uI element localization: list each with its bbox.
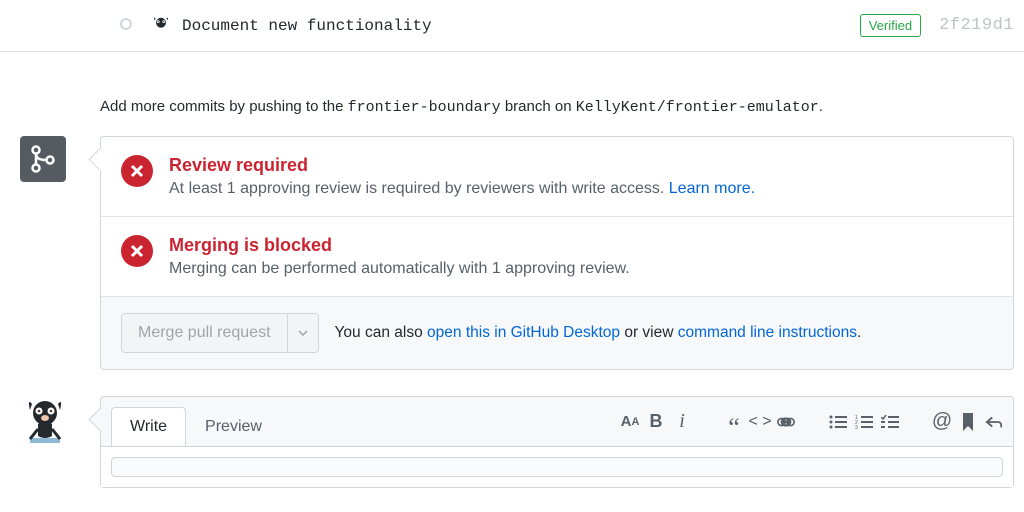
comment-editor: Write Preview AA B i “ < >	[100, 396, 1014, 488]
caret-down-icon	[298, 330, 308, 336]
git-merge-icon	[20, 136, 66, 182]
open-desktop-link[interactable]: open this in GitHub Desktop	[427, 324, 620, 341]
merge-button-group: Merge pull request	[121, 313, 319, 353]
error-x-icon	[121, 155, 153, 187]
review-required-desc: At least 1 approving review is required …	[169, 180, 755, 198]
reply-icon[interactable]	[985, 413, 1003, 431]
quote-icon[interactable]: “	[725, 419, 743, 437]
bullet-list-icon[interactable]	[829, 413, 847, 431]
verified-badge[interactable]: Verified	[860, 14, 921, 37]
editor-tabs: Write Preview	[111, 407, 281, 446]
numbered-list-icon[interactable]: 123	[855, 413, 873, 431]
commit-sha[interactable]: 2f219d1	[939, 16, 1014, 35]
merge-pull-request-button[interactable]: Merge pull request	[121, 313, 288, 353]
commit-row: Document new functionality Verified 2f21…	[0, 0, 1024, 52]
review-required-block: Review required At least 1 approving rev…	[101, 137, 1013, 216]
merging-blocked-desc: Merging can be performed automatically w…	[169, 260, 630, 278]
tab-preview[interactable]: Preview	[186, 407, 281, 446]
comment-textarea[interactable]	[111, 457, 1003, 477]
link-icon[interactable]	[777, 413, 795, 431]
commit-message[interactable]: Document new functionality	[182, 17, 432, 35]
octocat-avatar-icon	[150, 15, 172, 37]
learn-more-link[interactable]: Learn more.	[669, 180, 755, 197]
error-x-icon	[121, 235, 153, 267]
reference-icon[interactable]	[959, 413, 977, 431]
formatting-toolbar: AA B i “ < >	[593, 413, 1003, 431]
bold-icon[interactable]: B	[647, 413, 665, 431]
review-required-title: Review required	[169, 155, 755, 176]
merge-actions-bar: Merge pull request You can also open thi…	[101, 296, 1013, 369]
command-line-link[interactable]: command line instructions	[678, 324, 857, 341]
mention-icon[interactable]: @	[933, 413, 951, 431]
text-size-icon[interactable]: AA	[621, 413, 639, 431]
task-list-icon[interactable]	[881, 413, 899, 431]
merge-alternatives: You can also open this in GitHub Desktop…	[335, 324, 862, 342]
push-hint: Add more commits by pushing to the front…	[100, 98, 1014, 116]
merging-blocked-title: Merging is blocked	[169, 235, 630, 256]
timeline-dot-icon	[120, 18, 132, 30]
user-avatar-icon[interactable]	[20, 396, 70, 446]
code-icon[interactable]: < >	[751, 413, 769, 431]
merge-options-dropdown[interactable]	[288, 313, 319, 353]
tab-write[interactable]: Write	[111, 407, 186, 446]
merge-status-panel: Review required At least 1 approving rev…	[100, 136, 1014, 370]
branch-name: frontier-boundary	[348, 99, 501, 116]
svg-text:3: 3	[855, 425, 858, 429]
repo-name: KellyKent/frontier-emulator	[576, 99, 819, 116]
textarea-container	[101, 446, 1013, 487]
italic-icon[interactable]: i	[673, 413, 691, 431]
merging-blocked-block: Merging is blocked Merging can be perfor…	[101, 216, 1013, 296]
